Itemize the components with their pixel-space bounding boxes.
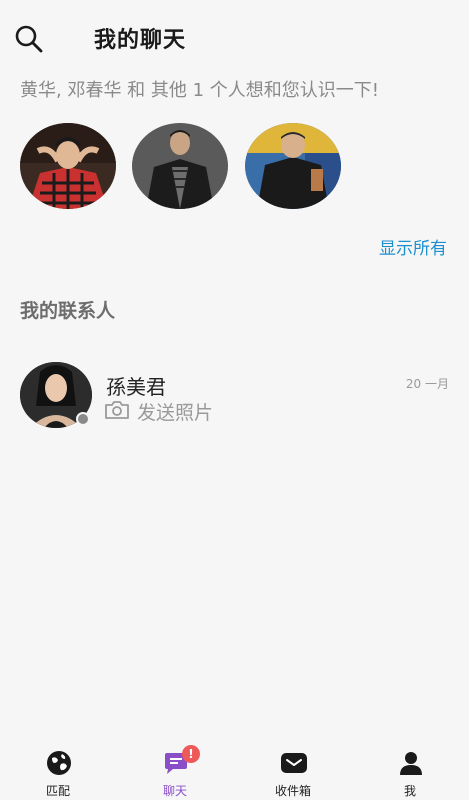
nav-label: 聊天 [162, 784, 187, 798]
suggestion-text: 黄华, 邓春华 和 其他 1 个人想和您认识一下! [20, 80, 379, 101]
nav-label: 收件箱 [274, 784, 311, 798]
message-date: 20 一月 [405, 377, 449, 391]
suggested-person-avatar[interactable] [20, 123, 116, 209]
nav-label: 匹配 [45, 784, 70, 798]
person-photo-plaid-shirt-icon [20, 123, 116, 209]
bottom-nav: 匹配 ! 聊天 收件箱 我 [0, 742, 469, 800]
contact-name: 孫美君 [106, 375, 166, 399]
nav-item-chat[interactable]: ! 聊天 [130, 745, 220, 800]
mail-icon [281, 750, 307, 776]
notification-badge: ! [182, 745, 200, 763]
section-title-contacts: 我的联系人 [20, 300, 116, 322]
page-title: 我的聊天 [94, 28, 187, 53]
suggested-person-avatar[interactable] [132, 123, 228, 209]
nav-label: 我 [403, 784, 416, 798]
status-indicator [76, 412, 90, 426]
nav-item-me[interactable]: 我 [365, 746, 455, 800]
person-icon [398, 750, 424, 776]
header: 我的聊天 [0, 0, 469, 72]
person-photo-black-jacket-icon [132, 123, 228, 209]
nav-item-match[interactable]: 匹配 [13, 746, 103, 800]
person-photo-black-hoodie-icon [245, 123, 341, 209]
globe-icon [46, 750, 72, 776]
search-icon[interactable] [12, 22, 46, 56]
camera-icon [104, 399, 130, 421]
nav-item-inbox[interactable]: 收件箱 [248, 746, 338, 800]
suggested-person-avatar[interactable] [245, 123, 341, 209]
contact-list-item[interactable]: 孫美君 20 一月 发送照片 [0, 352, 469, 436]
last-message-preview: 发送照片 [137, 402, 214, 424]
show-all-link[interactable]: 显示所有 [379, 234, 447, 259]
